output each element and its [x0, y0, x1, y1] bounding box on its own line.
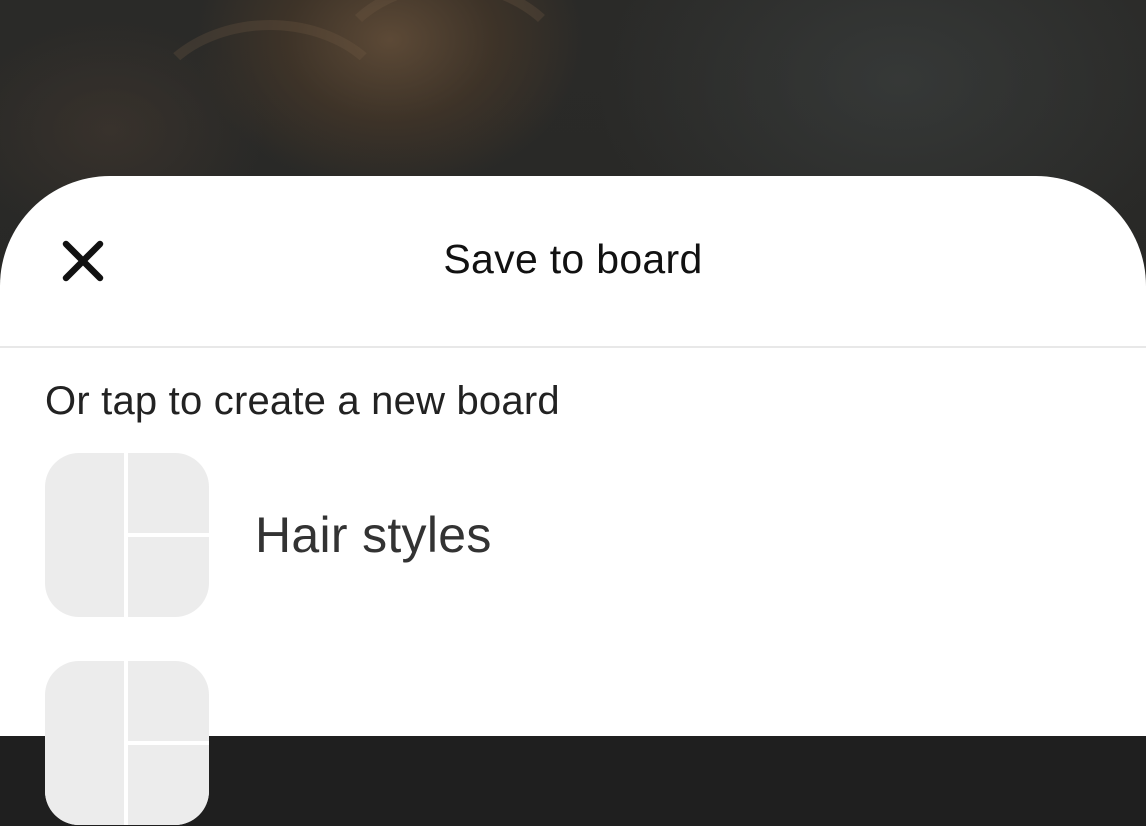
- create-board-hint[interactable]: Or tap to create a new board: [45, 379, 560, 424]
- sheet-header: Save to board: [0, 176, 1146, 348]
- save-to-board-sheet: Save to board Or tap to create a new boa…: [0, 176, 1146, 825]
- board-placeholder-icon: [45, 661, 209, 825]
- board-item-hair-styles[interactable]: Hair styles: [45, 452, 1105, 618]
- board-item[interactable]: [45, 660, 1105, 826]
- board-placeholder-icon: [45, 453, 209, 617]
- board-name: Hair styles: [255, 507, 492, 563]
- sheet-title: Save to board: [443, 236, 703, 282]
